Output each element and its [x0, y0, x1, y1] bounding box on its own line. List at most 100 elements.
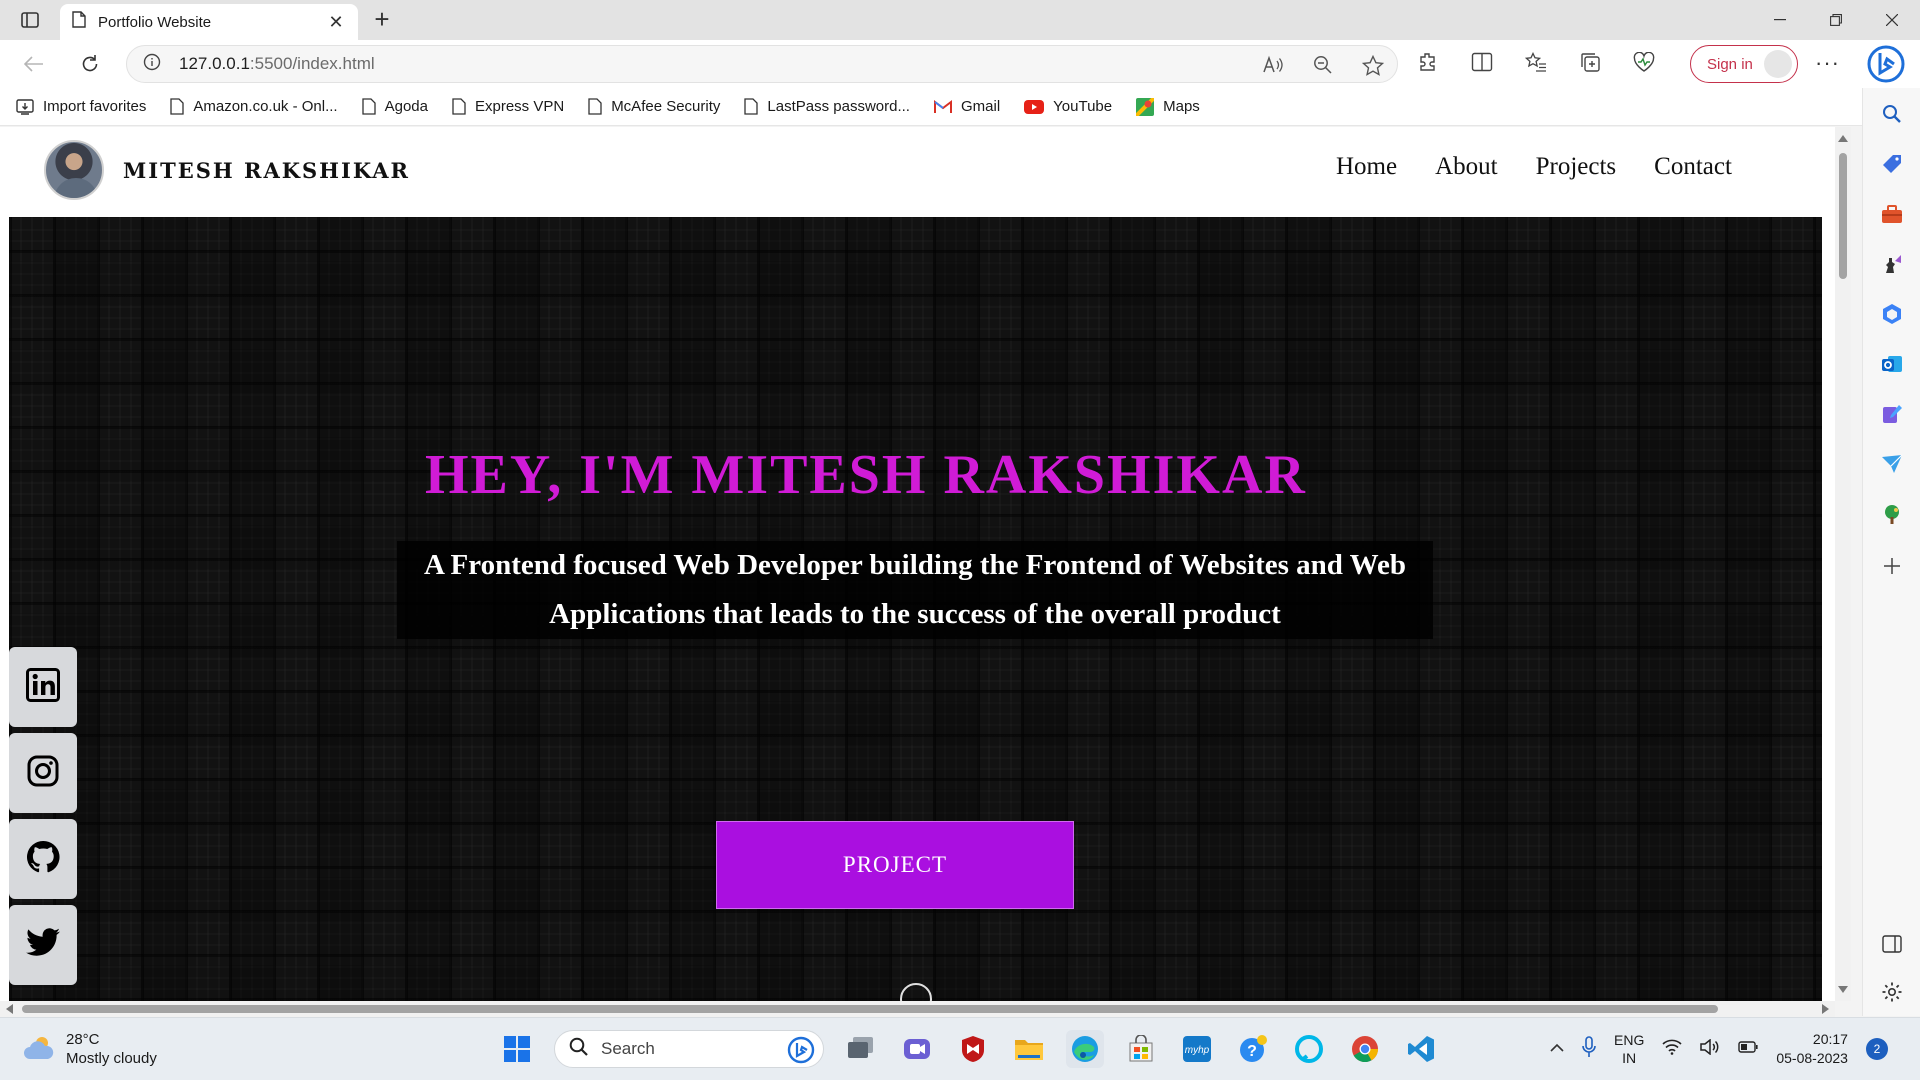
nav-link-home[interactable]: Home [1336, 153, 1397, 181]
bing-icon [787, 1036, 815, 1069]
wifi-icon[interactable] [1662, 1039, 1682, 1060]
chevron-up-icon[interactable] [1550, 1040, 1564, 1058]
page-icon [452, 98, 466, 115]
hide-sidebar-icon[interactable] [1880, 932, 1904, 956]
teams-chat-icon[interactable] [898, 1030, 936, 1068]
tab-title: Portfolio Website [98, 13, 212, 31]
shopping-tag-icon[interactable] [1880, 152, 1904, 176]
collections-icon[interactable] [1578, 50, 1602, 74]
site-header: MITESH RAKSHIKAR Home About Projects Con… [0, 127, 1835, 217]
taskbar-search[interactable]: Search [554, 1030, 824, 1068]
weather-text: Mostly cloudy [66, 1050, 157, 1067]
browser-tab[interactable]: Portfolio Website ✕ [60, 4, 358, 40]
outlook-icon[interactable] [1880, 352, 1904, 376]
twitter-link[interactable] [9, 905, 77, 985]
sign-in-button[interactable]: Sign in [1690, 45, 1798, 83]
project-button[interactable]: PROJECT [716, 821, 1074, 909]
language-indicator[interactable]: ENG IN [1614, 1031, 1644, 1067]
svg-text:?: ? [1247, 1043, 1257, 1060]
edge-browser-icon[interactable] [1066, 1030, 1104, 1068]
nav-link-about[interactable]: About [1435, 153, 1498, 181]
favorite-express-vpn[interactable]: Express VPN [452, 98, 564, 115]
weather-widget[interactable]: 28°C Mostly cloudy [22, 1030, 157, 1068]
battery-icon[interactable] [1738, 1040, 1758, 1058]
vscode-icon[interactable] [1402, 1030, 1440, 1068]
github-link[interactable] [9, 819, 77, 899]
youtube-icon [1024, 99, 1045, 114]
hero-subtitle: A Frontend focused Web Developer buildin… [397, 541, 1433, 639]
favorite-gmail[interactable]: Gmail [933, 98, 1000, 115]
favorite-agoda[interactable]: Agoda [361, 98, 428, 115]
search-icon[interactable] [1880, 102, 1904, 126]
favorite-mcafee[interactable]: McAfee Security [588, 98, 720, 115]
start-button[interactable] [498, 1030, 536, 1068]
page-icon [170, 98, 185, 115]
split-screen-icon[interactable] [1470, 50, 1494, 74]
browser-essentials-icon[interactable] [1632, 50, 1656, 74]
site-info-icon[interactable] [143, 53, 161, 76]
twitter-icon [25, 927, 61, 963]
favorite-lastpass[interactable]: LastPass password... [744, 98, 910, 115]
linkedin-link[interactable] [9, 647, 77, 727]
github-icon [25, 839, 61, 880]
favorites-list-icon[interactable] [1524, 50, 1548, 74]
refresh-icon[interactable] [74, 50, 106, 78]
page-viewport: MITESH RAKSHIKAR Home About Projects Con… [0, 127, 1835, 1001]
horizontal-scrollbar[interactable] [0, 1001, 1835, 1017]
favorite-maps[interactable]: Maps [1136, 97, 1200, 116]
address-bar[interactable]: 127.0.0.1:5500/index.html [126, 45, 1398, 83]
nav-link-projects[interactable]: Projects [1536, 153, 1617, 181]
file-explorer-icon[interactable] [1010, 1030, 1048, 1068]
mcafee-icon[interactable] [954, 1030, 992, 1068]
designer-icon[interactable] [1880, 402, 1904, 426]
tree-icon[interactable] [1880, 502, 1904, 526]
zoom-icon[interactable] [1311, 53, 1335, 77]
myhp-icon[interactable]: myhp [1178, 1030, 1216, 1068]
back-arrow-icon[interactable] [18, 50, 50, 78]
tools-briefcase-icon[interactable] [1880, 202, 1904, 226]
system-clock[interactable]: 20:17 05-08-2023 [1776, 1030, 1848, 1068]
restore-button[interactable] [1808, 0, 1864, 40]
settings-gear-icon[interactable] [1880, 980, 1904, 1004]
browser-title-bar: Portfolio Website ✕ + [0, 0, 1920, 40]
page-icon [72, 11, 86, 33]
browser-toolbar: 127.0.0.1:5500/index.html Sign in ··· [0, 40, 1920, 88]
games-icon[interactable] [1880, 252, 1904, 276]
favorite-youtube[interactable]: YouTube [1024, 98, 1112, 115]
add-sidebar-item-icon[interactable] [1880, 554, 1904, 578]
alexa-icon[interactable] [1290, 1030, 1328, 1068]
microsoft-365-icon[interactable] [1880, 302, 1904, 326]
favorite-amazon[interactable]: Amazon.co.uk - Onl... [170, 98, 338, 115]
get-help-icon[interactable]: ? [1234, 1030, 1272, 1068]
minimize-button[interactable] [1752, 0, 1808, 40]
page-icon [588, 98, 602, 115]
scroll-down-indicator[interactable] [900, 983, 932, 1001]
microphone-icon[interactable] [1582, 1035, 1596, 1063]
profile-avatar [44, 140, 104, 200]
bing-copilot-icon[interactable] [1866, 44, 1906, 84]
close-window-button[interactable] [1864, 0, 1920, 40]
windows-taskbar: 28°C Mostly cloudy Search myhp ? ENG IN [0, 1017, 1920, 1080]
close-tab-icon[interactable]: ✕ [326, 12, 346, 33]
tab-actions-icon[interactable] [14, 6, 46, 34]
temperature-text: 28°C [66, 1031, 100, 1048]
extensions-icon[interactable] [1416, 50, 1440, 74]
send-icon[interactable] [1880, 452, 1904, 476]
instagram-link[interactable] [9, 733, 77, 813]
nav-link-contact[interactable]: Contact [1654, 153, 1732, 181]
favorite-import[interactable]: Import favorites [16, 98, 146, 115]
read-aloud-icon[interactable] [1261, 53, 1285, 77]
more-options-icon[interactable]: ··· [1815, 50, 1840, 76]
site-nav: Home About Projects Contact [1336, 153, 1732, 181]
microsoft-store-icon[interactable] [1122, 1030, 1160, 1068]
chrome-icon[interactable] [1346, 1030, 1384, 1068]
hero-section: HEY, I'M MITESH RAKSHIKAR A Frontend foc… [9, 217, 1822, 1001]
new-tab-button[interactable]: + [368, 6, 396, 34]
task-view-icon[interactable] [842, 1030, 880, 1068]
search-icon [569, 1037, 589, 1062]
volume-icon[interactable] [1700, 1037, 1720, 1060]
notification-badge[interactable]: 2 [1865, 1038, 1888, 1060]
favorite-star-icon[interactable] [1361, 53, 1385, 77]
site-brand-name: MITESH RAKSHIKAR [123, 158, 410, 183]
vertical-scrollbar[interactable] [1835, 127, 1851, 1001]
